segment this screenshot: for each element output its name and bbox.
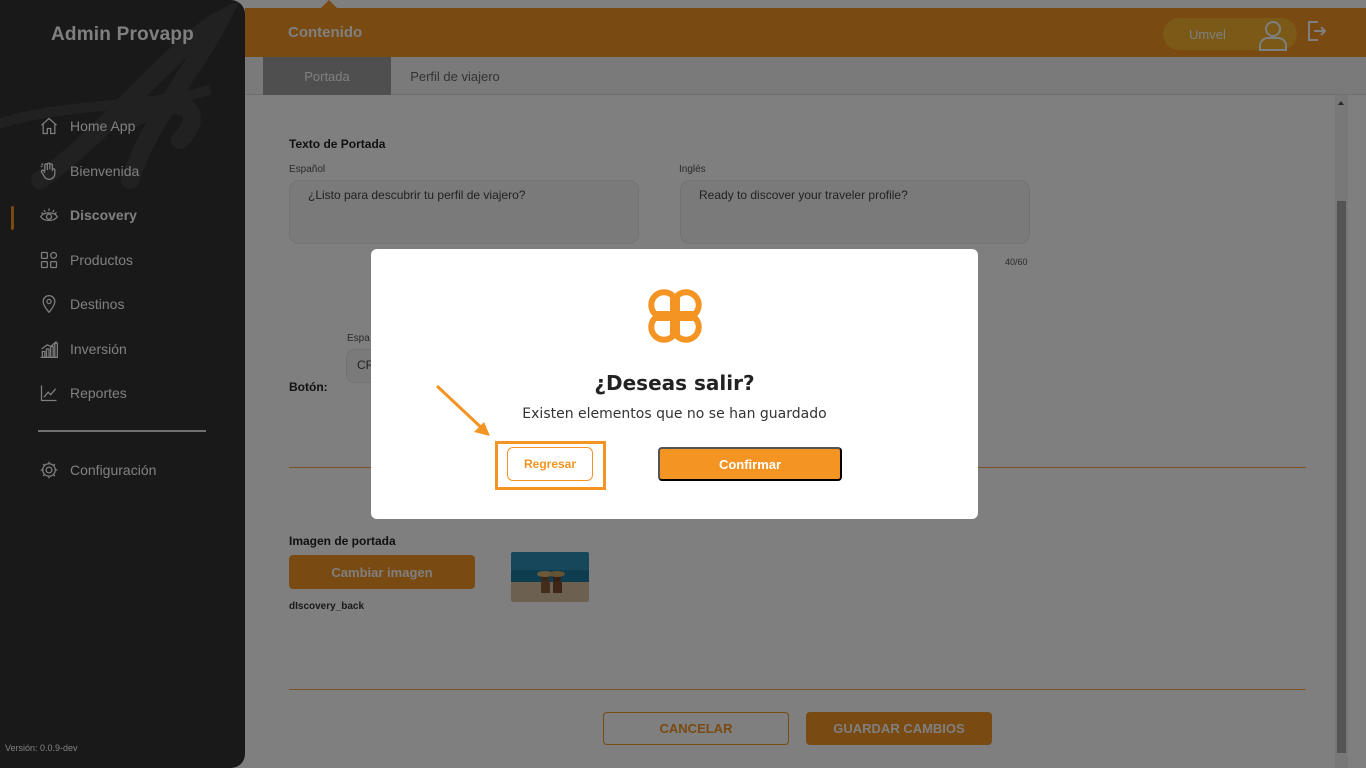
highlight-annotation xyxy=(495,441,606,490)
pointer-arrow-icon xyxy=(435,384,490,436)
clover-logo-icon xyxy=(648,289,702,343)
confirm-button[interactable]: Confirmar xyxy=(658,447,842,481)
